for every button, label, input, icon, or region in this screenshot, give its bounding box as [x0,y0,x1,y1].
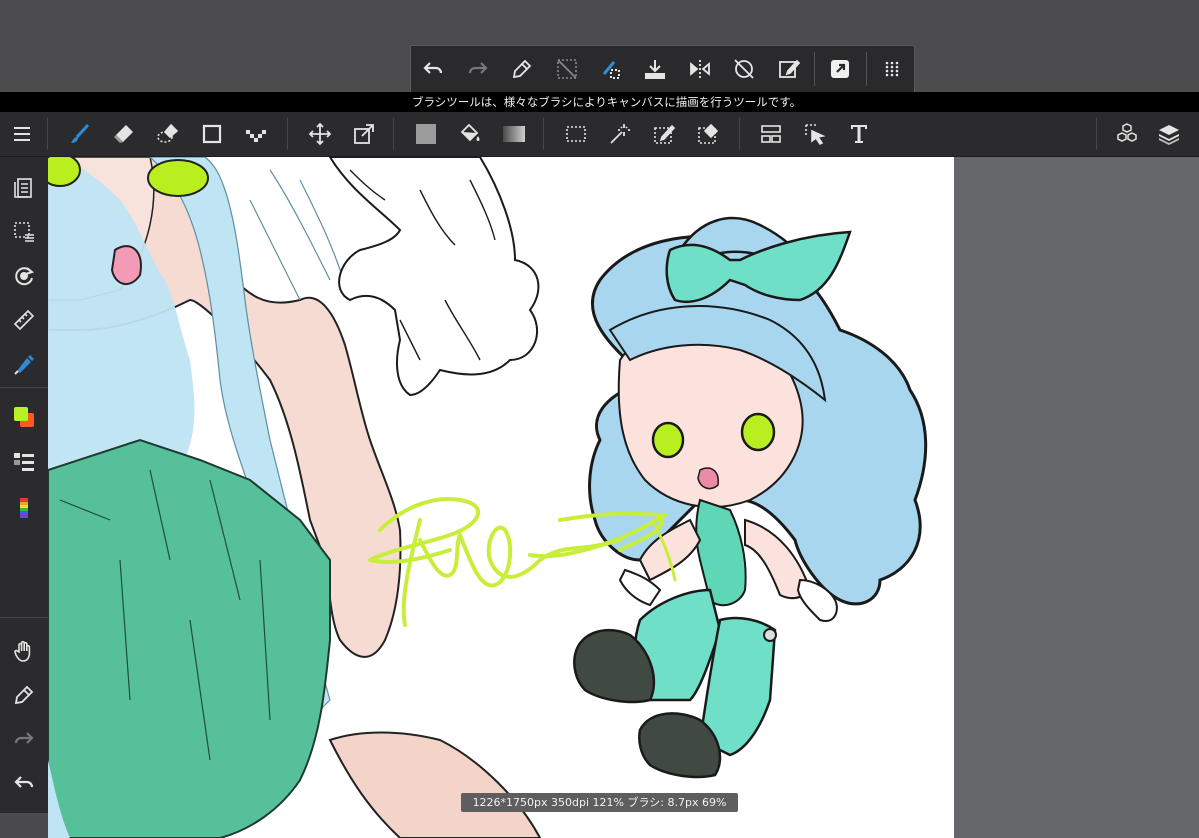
rotate-icon[interactable] [8,260,40,292]
fill-color-icon[interactable] [410,118,442,150]
material-icon[interactable] [1111,118,1143,150]
hand-icon[interactable] [8,635,40,667]
quick-access-bar [410,45,915,92]
toolbar-divider [543,118,544,150]
dropper-icon[interactable] [8,679,40,711]
drawing-canvas[interactable] [48,157,954,838]
text-icon[interactable] [843,118,875,150]
clear-selection-icon[interactable] [544,46,588,92]
pages-icon[interactable] [8,172,40,204]
toolbar-divider [739,118,740,150]
tool-hint-text: ブラシツールは、様々なブラシによりキャンバスに描画を行うツールです。 [412,95,802,109]
dot-brush-icon[interactable] [240,118,272,150]
canvas-status-text: 1226*1750px 350dpi 121% ブラシ: 8.7px 69% [472,796,727,809]
select-layer-icon[interactable] [799,118,831,150]
quickbar-divider [865,52,867,86]
blur-eraser-icon[interactable] [152,118,184,150]
toolbar-divider [287,118,288,150]
snap-pen-icon[interactable] [8,348,40,380]
selection-list-icon[interactable] [8,216,40,248]
select-eraser-icon[interactable] [692,118,724,150]
ruler-icon[interactable] [8,304,40,336]
grid-menu-icon[interactable] [870,46,914,92]
main-toolbar [0,112,1199,157]
quickbar-divider [814,52,816,86]
redo-icon[interactable] [455,46,499,92]
redo-icon[interactable] [8,723,40,755]
shape-icon[interactable] [196,118,228,150]
flip-horizontal-icon[interactable] [678,46,722,92]
brush-icon[interactable] [64,118,96,150]
sidebar-divider [0,387,48,388]
toolbar-divider [1096,118,1097,150]
sidebar-divider [0,617,48,618]
left-sidebar [0,157,48,813]
eraser-icon[interactable] [108,118,140,150]
chibi-character [573,216,928,779]
color-palette-icon[interactable] [8,492,40,524]
magic-wand-icon[interactable] [604,118,636,150]
color-swatch-icon[interactable] [8,401,40,433]
undo-icon[interactable] [411,46,455,92]
move-icon[interactable] [304,118,336,150]
snap-off-icon[interactable] [722,46,766,92]
select-pen-icon[interactable] [648,118,680,150]
save-icon[interactable] [633,46,677,92]
gradient-icon[interactable] [498,118,530,150]
toolbar-divider [393,118,394,150]
select-rect-icon[interactable] [560,118,592,150]
toolbar-divider [47,118,48,150]
canvas-status-bar: 1226*1750px 350dpi 121% ブラシ: 8.7px 69% [461,793,738,812]
menu-icon[interactable] [6,118,38,150]
external-link-icon[interactable] [818,46,862,92]
layer-list-icon[interactable] [8,446,40,478]
panel-layout-icon[interactable] [755,118,787,150]
bucket-icon[interactable] [454,118,486,150]
transform-icon[interactable] [348,118,380,150]
undo-icon[interactable] [8,767,40,799]
eyedropper-icon[interactable] [500,46,544,92]
fill-selection-icon[interactable] [589,46,633,92]
tool-hint-bar: ブラシツールは、様々なブラシによりキャンバスに描画を行うツールです。 [0,92,1199,112]
edit-icon[interactable] [767,46,811,92]
artwork [48,157,928,838]
layers-icon[interactable] [1153,118,1185,150]
